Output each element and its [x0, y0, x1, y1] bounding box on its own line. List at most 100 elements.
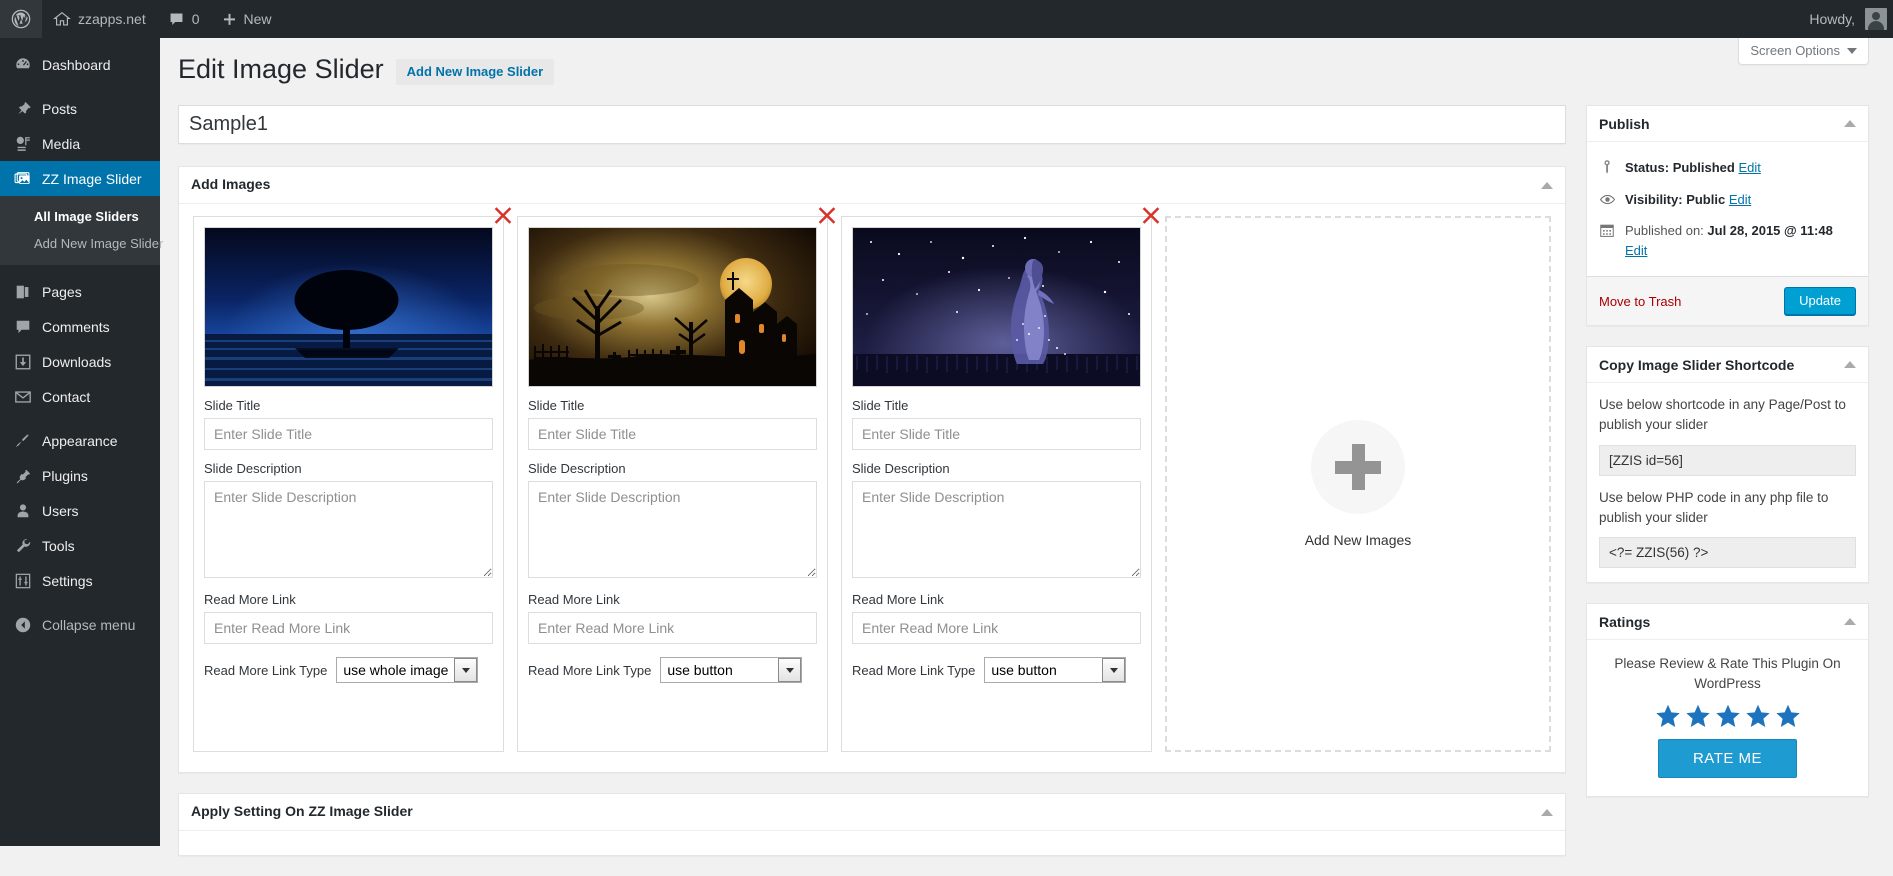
- ratings-panel-body: Please Review & Rate This Plugin On Word…: [1587, 640, 1868, 796]
- update-button[interactable]: Update: [1784, 287, 1856, 316]
- status-value: Published: [1672, 160, 1735, 176]
- post-body: Add Images: [178, 105, 1869, 876]
- read-more-link-input[interactable]: [852, 612, 1141, 645]
- shortcode-value-field[interactable]: [1599, 444, 1856, 476]
- slide-title-input[interactable]: [852, 418, 1141, 451]
- envelope-icon: [13, 387, 33, 407]
- sidebar-item-label: Settings: [42, 572, 93, 589]
- slide-title-input[interactable]: [204, 418, 493, 451]
- new-content-button[interactable]: New: [211, 0, 283, 38]
- plus-icon: [1335, 444, 1381, 491]
- media-icon: [13, 134, 33, 154]
- slide-thumbnail[interactable]: [852, 227, 1141, 388]
- sidebar-item-collapse-menu[interactable]: Collapse menu: [0, 607, 160, 642]
- apply-setting-panel: Apply Setting On ZZ Image Slider: [178, 793, 1566, 857]
- slider-title-wrap: [178, 105, 1566, 145]
- slide-thumbnail[interactable]: [528, 227, 817, 388]
- star-rating[interactable]: [1601, 703, 1854, 729]
- pin-icon: [13, 99, 33, 119]
- slide-description-textarea[interactable]: [528, 481, 817, 579]
- sidebar-item-label: Pages: [42, 283, 82, 300]
- star-icon[interactable]: [1685, 703, 1711, 729]
- sidebar-item-users[interactable]: Users: [0, 493, 160, 528]
- remove-slide-icon[interactable]: [1141, 205, 1161, 225]
- sidebar-item-dashboard[interactable]: Dashboard: [0, 47, 160, 82]
- rate-me-button[interactable]: RATE ME: [1657, 739, 1798, 779]
- slide-card: Slide Title Slide Description Read More …: [841, 207, 1160, 753]
- avatar[interactable]: [1865, 8, 1887, 30]
- wrench-icon: [13, 536, 33, 556]
- sidebar-item-plugins[interactable]: Plugins: [0, 458, 160, 493]
- sidebar-item-appearance[interactable]: Appearance: [0, 423, 160, 458]
- dashboard-icon: [13, 55, 33, 75]
- star-icon[interactable]: [1715, 703, 1741, 729]
- slide-description-textarea[interactable]: [852, 481, 1141, 579]
- status-edit-link[interactable]: Edit: [1738, 160, 1760, 175]
- slide-title-input[interactable]: [528, 418, 817, 451]
- sidebar-item-pages[interactable]: Pages: [0, 274, 160, 309]
- sidebar-item-comments[interactable]: Comments: [0, 309, 160, 344]
- read-more-link-type-select[interactable]: use whole imageuse button: [984, 657, 1127, 684]
- sidebar-item-zz-image-slider[interactable]: ZZ Image Slider: [0, 161, 160, 196]
- collapse-toggle-icon[interactable]: [1541, 181, 1553, 189]
- visibility-value: Public: [1686, 191, 1726, 207]
- read-more-link-input[interactable]: [204, 612, 493, 645]
- screen-options-button[interactable]: Screen Options: [1738, 38, 1869, 65]
- sidebar-item-label: Dashboard: [42, 56, 111, 73]
- remove-slide-icon[interactable]: [817, 205, 837, 225]
- published-on-edit-link[interactable]: Edit: [1625, 243, 1647, 258]
- post-body-side: Publish Status: Published Edit Visibilit…: [1586, 105, 1869, 817]
- sidebar-item-downloads[interactable]: Downloads: [0, 344, 160, 379]
- sidebar-item-label: Users: [42, 502, 79, 519]
- status-row: Status: Published Edit: [1599, 152, 1856, 184]
- move-to-trash-link[interactable]: Move to Trash: [1599, 294, 1681, 309]
- wp-logo-button[interactable]: [0, 0, 42, 38]
- sidebar-item-label: Posts: [42, 100, 78, 117]
- sidebar-item-tools[interactable]: Tools: [0, 528, 160, 563]
- read-more-link-type-select[interactable]: use whole imageuse button: [336, 657, 479, 684]
- collapse-toggle-icon[interactable]: [1844, 361, 1856, 369]
- sidebar-subitem-add-new-image-slider[interactable]: Add New Image Slider: [0, 230, 163, 257]
- collapse-toggle-icon[interactable]: [1844, 120, 1856, 128]
- slide-thumbnail[interactable]: [204, 227, 493, 388]
- howdy-account-button[interactable]: Howdy,: [1798, 0, 1857, 38]
- sidebar-subitem-all-image-sliders[interactable]: All Image Sliders: [0, 203, 160, 230]
- collapse-toggle-icon[interactable]: [1541, 808, 1553, 816]
- published-on-text: Published on: Jul 28, 2015 @ 11:48 Edit: [1625, 221, 1833, 260]
- publish-panel-title: Publish: [1599, 115, 1650, 132]
- star-icon[interactable]: [1775, 703, 1801, 729]
- published-on-label: Published on:: [1625, 223, 1704, 239]
- sidebar-item-contact[interactable]: Contact: [0, 379, 160, 414]
- plus-icon: [222, 12, 237, 27]
- star-icon[interactable]: [1745, 703, 1771, 729]
- collapse-icon: [13, 615, 33, 635]
- add-new-images-circle: [1311, 420, 1405, 515]
- ratings-panel-header: Ratings: [1587, 604, 1868, 641]
- visibility-edit-link[interactable]: Edit: [1729, 192, 1751, 207]
- add-new-image-slider-button[interactable]: Add New Image Slider: [395, 59, 555, 86]
- read-more-link-input[interactable]: [528, 612, 817, 645]
- php-code-value-field[interactable]: [1599, 537, 1856, 569]
- sidebar-item-label: Plugins: [42, 467, 88, 484]
- read-more-link-type-select[interactable]: use whole imageuse button: [660, 657, 803, 684]
- sidebar-item-posts[interactable]: Posts: [0, 91, 160, 126]
- chevron-down-icon: [1847, 47, 1857, 54]
- sidebar-item-label: Comments: [42, 318, 110, 335]
- site-name-button[interactable]: zzapps.net: [42, 0, 157, 38]
- new-label: New: [243, 11, 272, 27]
- sidebar-item-label: Contact: [42, 388, 91, 405]
- admin-bar: zzapps.net 0 New Howdy,: [0, 0, 1893, 38]
- sidebar-item-settings[interactable]: Settings: [0, 563, 160, 598]
- slide-description-textarea[interactable]: [204, 481, 493, 579]
- collapse-toggle-icon[interactable]: [1844, 618, 1856, 626]
- comments-bubble-button[interactable]: 0: [157, 0, 211, 38]
- add-new-images-dropzone[interactable]: Add New Images: [1165, 216, 1551, 753]
- slider-title-input[interactable]: [179, 106, 1565, 144]
- add-images-panel: Add Images Slide Title Enter Slide Title…: [178, 166, 1566, 774]
- sidebar-item-media[interactable]: Media: [0, 126, 160, 161]
- star-icon[interactable]: [1655, 703, 1681, 729]
- publish-panel: Publish Status: Published Edit Visibilit…: [1586, 105, 1869, 327]
- remove-slide-icon[interactable]: [493, 205, 513, 225]
- admin-bar-right: Howdy,: [1798, 0, 1893, 38]
